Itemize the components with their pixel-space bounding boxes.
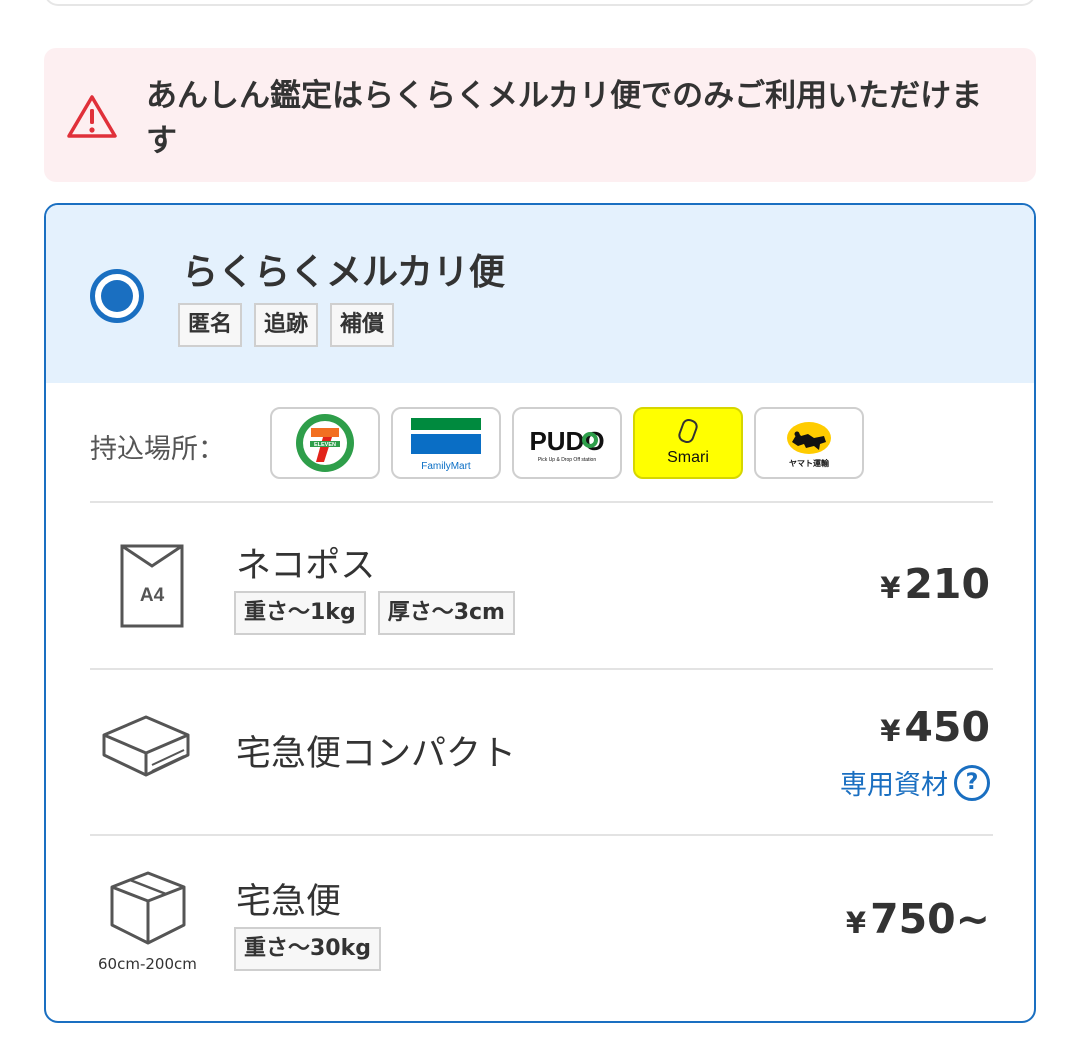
svg-text:FamilyMart: FamilyMart xyxy=(421,461,471,472)
radio-selected[interactable] xyxy=(90,269,144,323)
option-name-takkyubin: 宅急便 xyxy=(236,882,342,922)
special-material-label[interactable]: 専用資材 xyxy=(840,763,948,802)
price-takkyubin: ¥750~ xyxy=(845,895,990,943)
nekopos-tags: 重さ〜1kg 厚さ〜3cm xyxy=(234,591,515,635)
box-icon xyxy=(110,871,186,945)
weight-tag: 重さ〜1kg xyxy=(234,591,366,635)
svg-text:Smari: Smari xyxy=(667,449,709,466)
radio-dot xyxy=(101,280,133,312)
option-name-nekopos: ネコポス xyxy=(236,546,376,586)
takkyubin-tags: 重さ〜30kg xyxy=(234,927,381,971)
feature-tags: 匿名 追跡 補償 xyxy=(178,303,395,347)
row-divider xyxy=(90,668,993,670)
yamato-logo: ヤマト運輸 xyxy=(754,407,864,479)
alert-message: あんしん鑑定はらくらくメルカリ便でのみご利用いただけます xyxy=(146,78,983,159)
row-divider xyxy=(90,501,993,503)
previous-card-edge xyxy=(44,0,1036,6)
a4-envelope-icon: A4 xyxy=(120,544,184,628)
flat-box-icon xyxy=(102,715,190,777)
svg-text:Pick Up & Drop Off station: Pick Up & Drop Off station xyxy=(538,457,596,463)
dropoff-label: 持込場所： xyxy=(90,434,225,465)
option-name-compact: 宅急便コンパクト xyxy=(236,734,517,774)
help-icon[interactable]: ? xyxy=(954,764,990,801)
feature-tag-anonymous: 匿名 xyxy=(178,303,243,347)
svg-text:PUDO: PUDO xyxy=(529,426,604,456)
pudo-logo: PUDO Pick Up & Drop Off station xyxy=(512,407,622,479)
card-header[interactable]: らくらくメルカリ便 匿名 追跡 補償 xyxy=(46,205,1034,383)
familymart-logo: FamilyMart xyxy=(391,407,501,479)
warning-triangle-icon xyxy=(67,95,117,138)
shipping-option-card[interactable]: らくらくメルカリ便 匿名 追跡 補償 持込場所： ELEVEN FamilyMa… xyxy=(44,203,1036,1023)
svg-text:ヤマト運輸: ヤマト運輸 xyxy=(789,458,830,468)
feature-tag-compensation: 補償 xyxy=(330,303,395,347)
feature-tag-tracking: 追跡 xyxy=(254,303,319,347)
dropoff-locations: ELEVEN FamilyMart PUDO Pick Up & Drop Of… xyxy=(270,407,864,479)
price-nekopos: ¥210 xyxy=(880,560,990,608)
svg-text:ELEVEN: ELEVEN xyxy=(314,442,336,448)
smari-logo: Smari xyxy=(633,407,743,479)
special-material-link[interactable]: 専用資材 ? xyxy=(840,763,990,802)
row-divider xyxy=(90,834,993,836)
service-title: らくらくメルカリ便 xyxy=(182,252,505,293)
svg-text:A4: A4 xyxy=(140,585,165,606)
price-compact: ¥450 xyxy=(880,703,990,751)
thickness-tag: 厚さ〜3cm xyxy=(377,591,515,635)
seven-eleven-logo: ELEVEN xyxy=(270,407,380,479)
size-caption: 60cm-200cm xyxy=(98,955,197,973)
weight-tag: 重さ〜30kg xyxy=(234,927,381,971)
